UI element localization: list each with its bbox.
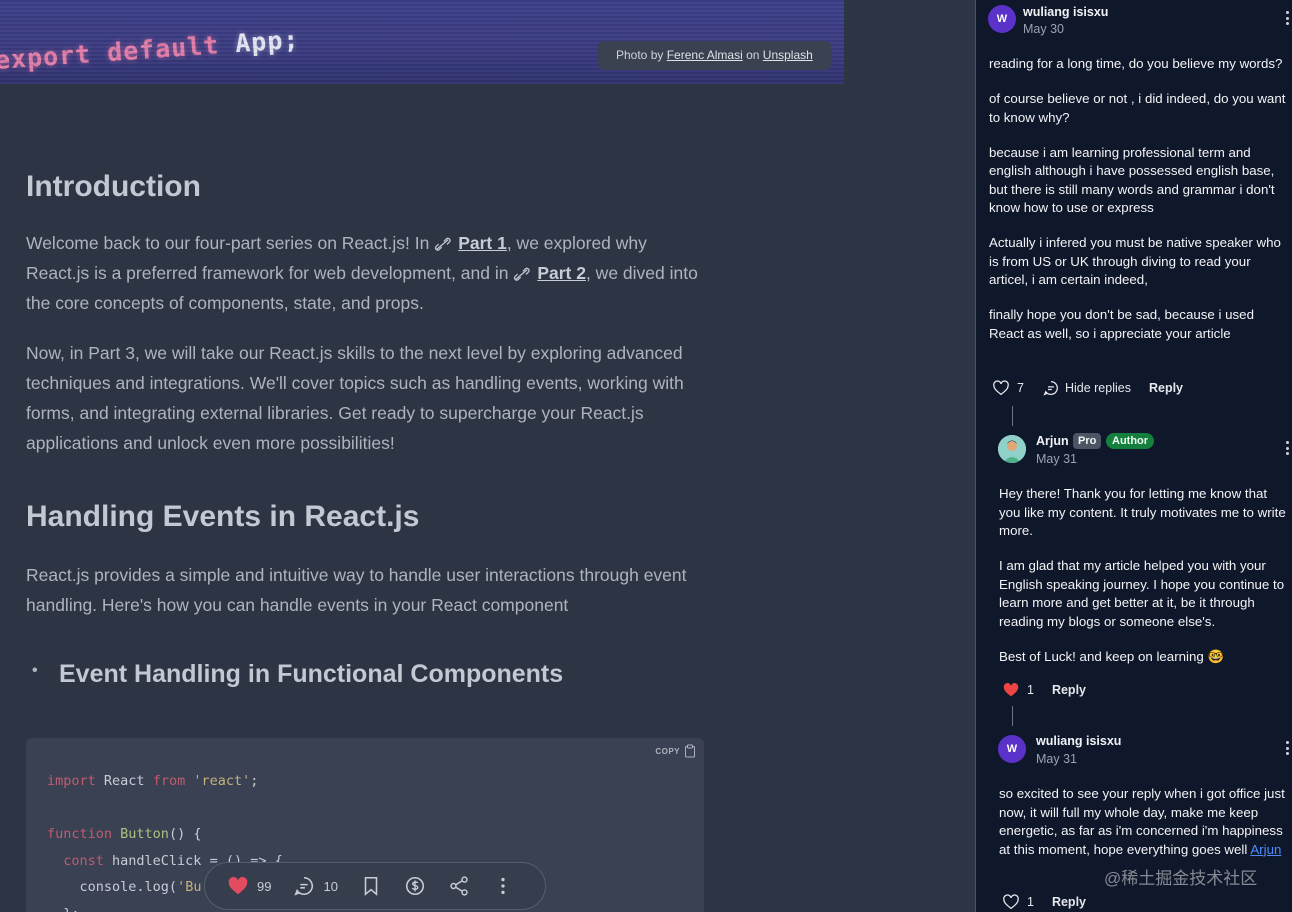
comment-icon — [1043, 380, 1058, 396]
avatar[interactable]: W — [988, 5, 1016, 33]
photo-author-link[interactable]: Ferenc Almasi — [667, 48, 743, 62]
comment-menu-icon[interactable] — [1286, 741, 1290, 757]
heart-outline-icon[interactable] — [992, 379, 1010, 397]
link-icon — [514, 267, 530, 281]
comment-body: Hey there! Thank you for letting me know… — [999, 486, 1286, 664]
photo-credit: Photo by Ferenc Almasi on Unsplash — [598, 41, 831, 70]
avatar[interactable] — [998, 435, 1026, 463]
comment-author[interactable]: wuliang isisxu — [1023, 5, 1108, 19]
floating-action-bar: 99 10 — [204, 862, 546, 910]
watermark: @稀土掘金技术社区 — [1104, 869, 1258, 888]
like-count: 7 — [1017, 381, 1024, 395]
photo-source-link[interactable]: Unsplash — [763, 48, 813, 62]
hide-replies-button[interactable]: Hide replies — [1042, 379, 1131, 397]
more-vertical-icon — [501, 877, 505, 895]
clipboard-icon — [685, 744, 695, 758]
comment-body: reading for a long time, do you believe … — [989, 56, 1286, 341]
comment-count: 10 — [323, 878, 338, 894]
dollar-icon — [405, 876, 424, 896]
share-icon — [450, 876, 468, 896]
comment-icon — [294, 876, 314, 896]
sponsor-button[interactable] — [404, 875, 426, 897]
section-heading-introduction: Introduction — [26, 170, 201, 203]
link-icon — [435, 237, 451, 251]
author-badge: Author — [1106, 433, 1155, 449]
reply-button[interactable]: Reply — [1052, 683, 1086, 697]
comment-menu-icon[interactable] — [1286, 11, 1290, 27]
comments-button[interactable]: 10 — [293, 875, 338, 897]
comment-actions: 7 Hide replies Reply — [992, 379, 1183, 397]
heart-icon — [228, 876, 248, 895]
copy-code-button[interactable]: COPY — [655, 744, 696, 758]
bookmark-button[interactable] — [360, 875, 382, 897]
thread-line — [1012, 706, 1013, 726]
like-button[interactable]: 99 — [227, 875, 271, 897]
comment-date: May 31 — [1036, 452, 1077, 466]
comment-date: May 31 — [1036, 752, 1077, 766]
comment-date: May 30 — [1023, 22, 1064, 36]
comment-actions: 1 Reply — [1002, 893, 1086, 911]
intro-paragraph: Welcome back to our four-part series on … — [26, 233, 698, 313]
part1-link[interactable]: Part 1 — [434, 233, 507, 253]
article-pane: export default App; Photo by Ferenc Alma… — [0, 0, 976, 912]
like-count: 99 — [257, 878, 272, 894]
reply-button[interactable]: Reply — [1052, 895, 1086, 909]
comment-author[interactable]: Arjun — [1036, 434, 1069, 448]
more-options-button[interactable] — [492, 875, 514, 897]
reply-button[interactable]: Reply — [1149, 381, 1183, 395]
person-avatar-icon — [998, 435, 1026, 463]
comment-body: so excited to see your reply when i got … — [999, 786, 1285, 857]
heart-icon[interactable] — [1002, 681, 1020, 699]
thread-line — [1012, 406, 1013, 426]
avatar[interactable]: W — [998, 735, 1026, 763]
subsection-heading-functional: Event Handling in Functional Components — [26, 660, 706, 689]
comment-actions: 1 Reply — [1002, 681, 1086, 699]
cover-code-text: export default App; — [0, 24, 301, 75]
part2-link[interactable]: Part 2 — [513, 263, 586, 283]
bookmark-icon — [364, 876, 378, 896]
comment-author[interactable]: wuliang isisxu — [1036, 734, 1121, 748]
article-body: Introduction Welcome back to our four-pa… — [26, 170, 706, 689]
share-button[interactable] — [448, 875, 470, 897]
part3-paragraph: Now, in Part 3, we will take our React.j… — [26, 343, 684, 453]
section-heading-handling-events: Handling Events in React.js — [26, 500, 420, 533]
pro-badge: Pro — [1073, 433, 1102, 449]
comments-pane: W wuliang isisxu May 30 reading for a lo… — [976, 0, 1292, 912]
comment-menu-icon[interactable] — [1286, 441, 1290, 457]
like-count: 1 — [1027, 895, 1034, 909]
heart-outline-icon[interactable] — [1002, 893, 1020, 911]
events-paragraph: React.js provides a simple and intuitive… — [26, 565, 687, 615]
mention-link[interactable]: Arjun — [1250, 842, 1281, 857]
like-count: 1 — [1027, 683, 1034, 697]
